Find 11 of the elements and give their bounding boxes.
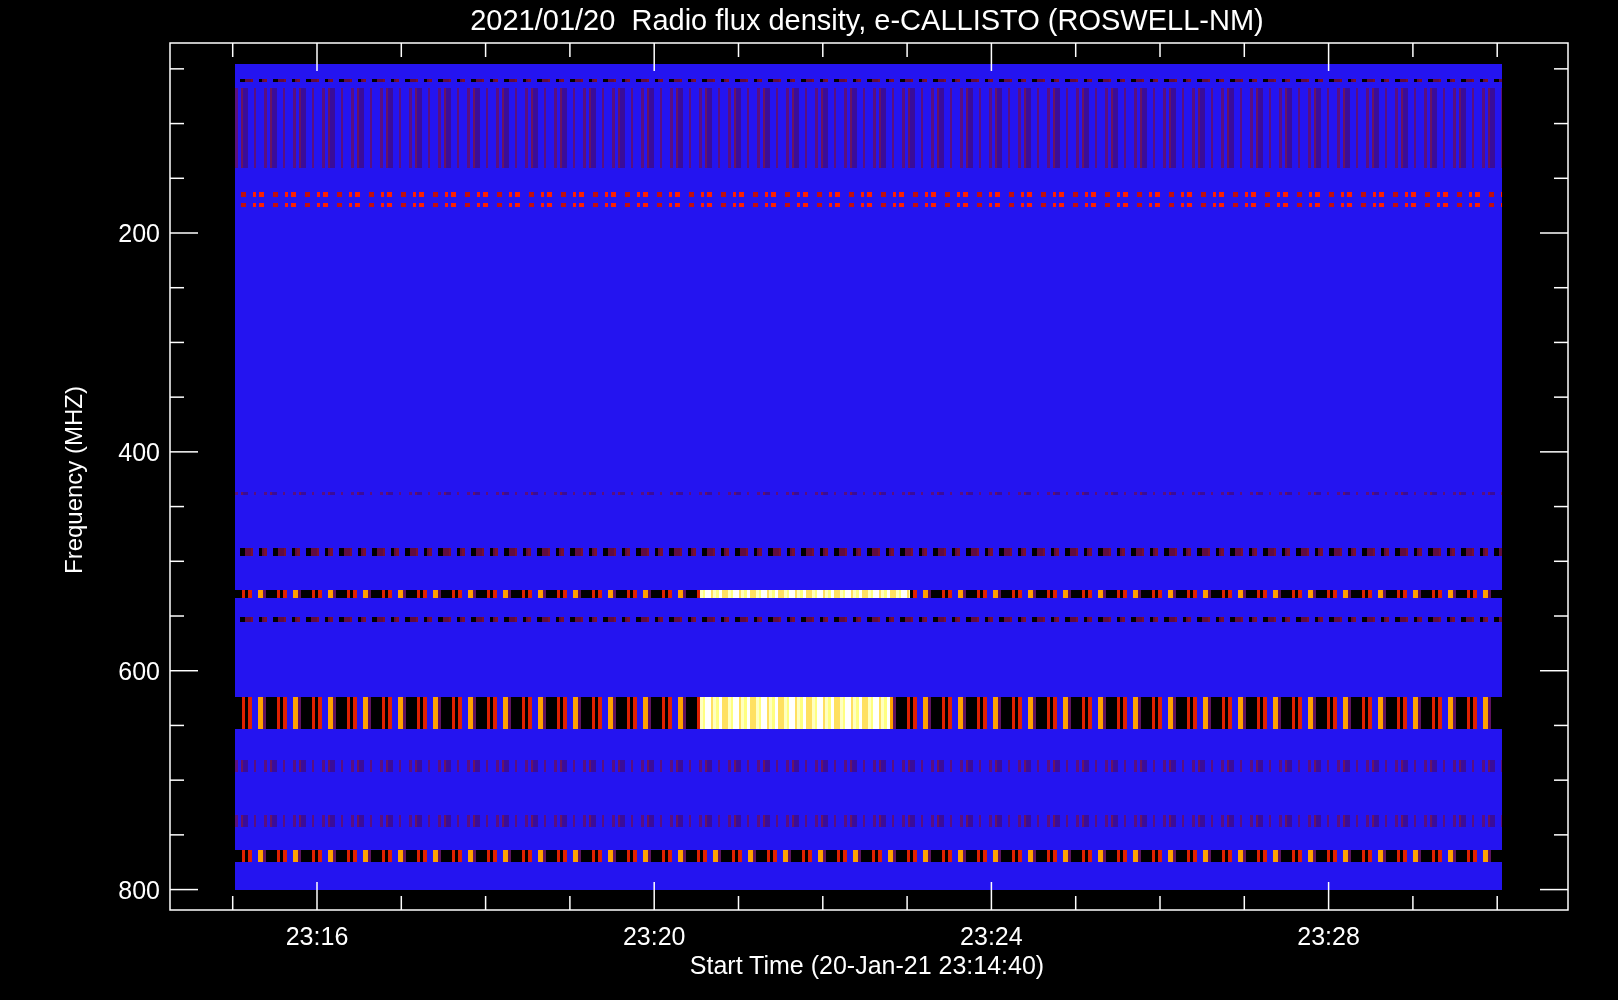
axis-title: Start Time (20-Jan-21 23:14:40) bbox=[689, 951, 1045, 979]
tick-label: 200 bbox=[118, 219, 160, 247]
tick-label: 800 bbox=[118, 875, 160, 904]
chart-title: 2021/01/20 Radio flux density, e-CALLISTO (ROSWELL-NM) bbox=[470, 4, 1264, 36]
tick-label: 600 bbox=[118, 656, 160, 685]
axis-title: Frequency (MHZ) bbox=[60, 386, 87, 574]
tick-label: 400 bbox=[118, 437, 160, 466]
tick-label: 23:16 bbox=[285, 922, 349, 950]
tick-label: 23:20 bbox=[622, 922, 686, 950]
tick-label: 23:28 bbox=[1297, 922, 1360, 950]
tick-label: 23:24 bbox=[960, 922, 1023, 950]
